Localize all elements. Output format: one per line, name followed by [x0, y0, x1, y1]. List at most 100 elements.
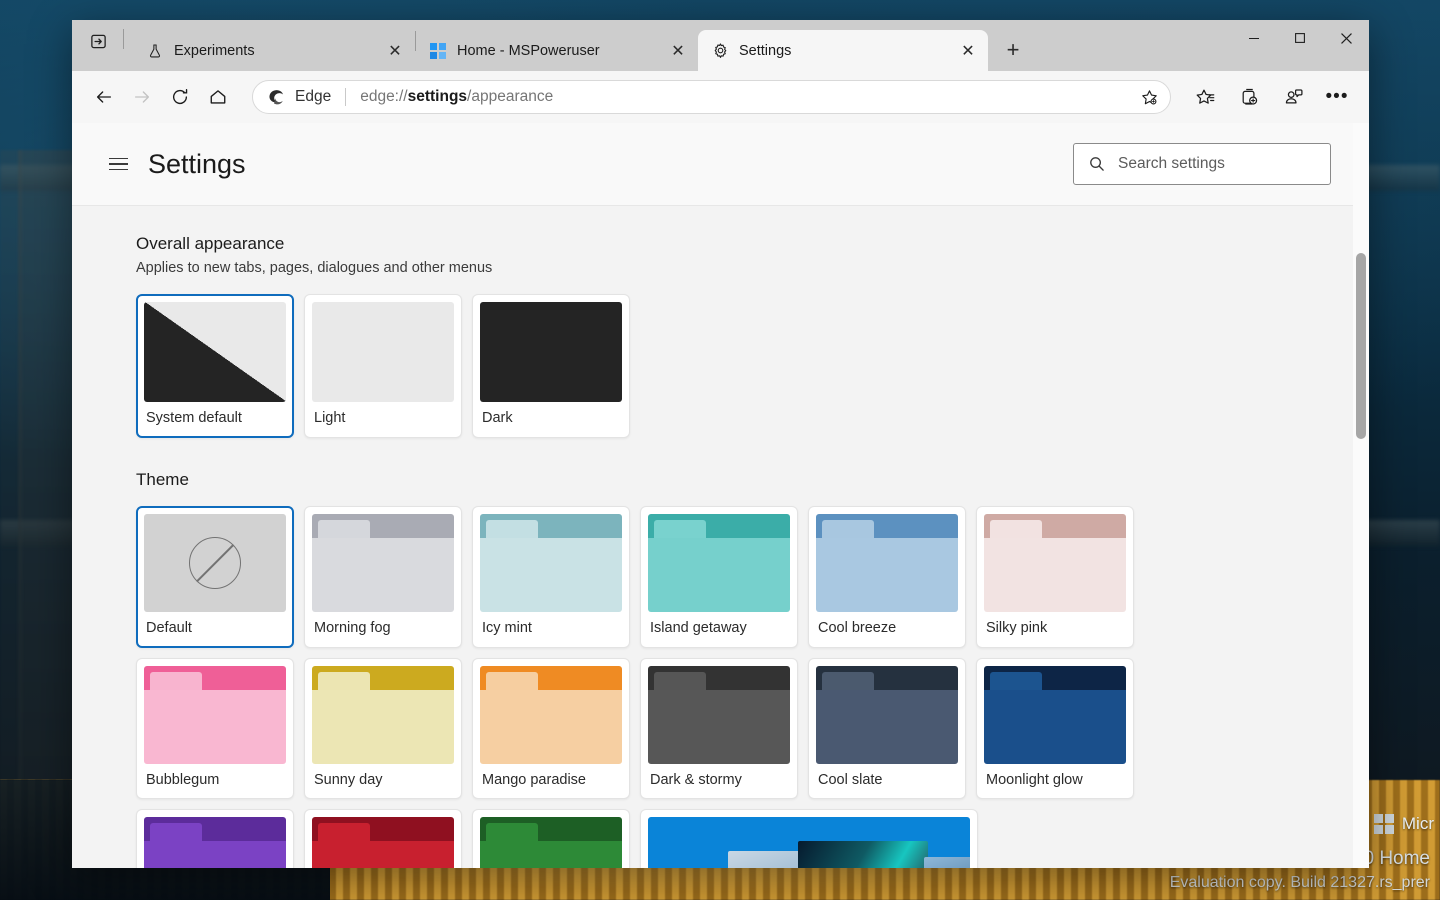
theme-option-cool-slate[interactable]: Cool slate — [808, 658, 966, 799]
settings-content-scroll: Overall appearance Applies to new tabs, … — [72, 206, 1369, 868]
overall-appearance-heading: Overall appearance — [136, 234, 285, 253]
address-bar-url: edge://settings/appearance — [360, 88, 1124, 106]
theme-option-dark-and-stormy[interactable]: Dark & stormy — [640, 658, 798, 799]
new-tab-button[interactable]: + — [996, 33, 1030, 67]
overall-appearance-options: System default Light Dark — [136, 294, 1369, 438]
tab-close-button[interactable]: ✕ — [383, 39, 407, 63]
settings-page-header: Settings Search settings — [72, 123, 1369, 206]
theme-thumbnail — [480, 666, 622, 764]
search-placeholder: Search settings — [1118, 155, 1225, 172]
more-options-icon[interactable]: ••• — [1319, 79, 1355, 115]
theme-option-label: Default — [146, 620, 192, 636]
tab-close-button[interactable]: ✕ — [956, 39, 980, 63]
theme-option-label: Icy mint — [482, 620, 532, 636]
theme-options-row-1: Default Morning fog Icy mint Island geta… — [136, 506, 1369, 648]
watermark-line-2: Evaluation copy. Build 21327.rs_prer — [1169, 874, 1430, 891]
appearance-option-label: Light — [314, 410, 346, 426]
overall-appearance-subheading: Applies to new tabs, pages, dialogues an… — [136, 260, 493, 276]
add-favorite-star-icon[interactable] — [1134, 82, 1164, 112]
tabs-container: Experiments ✕ Home - MSPoweruser ✕ Setti… — [133, 20, 1030, 71]
favorites-icon[interactable] — [1187, 79, 1223, 115]
theme-option-label: Sunny day — [314, 772, 383, 788]
close-button[interactable] — [1323, 20, 1369, 56]
refresh-icon[interactable] — [162, 79, 198, 115]
theme-option-bubblegum[interactable]: Bubblegum — [136, 658, 294, 799]
toolbar-right-actions: ••• — [1187, 79, 1355, 115]
hamburger-menu-icon[interactable] — [100, 146, 136, 182]
theme-option-label: Morning fog — [314, 620, 391, 636]
omnibox-divider — [345, 88, 347, 106]
theme-option-cool-breeze[interactable]: Cool breeze — [808, 506, 966, 648]
browser-tab-experiments[interactable]: Experiments ✕ — [133, 30, 415, 71]
theme-thumbnail — [312, 666, 454, 764]
tab-close-button[interactable]: ✕ — [666, 39, 690, 63]
theme-option-label: Moonlight glow — [986, 772, 1083, 788]
browser-tab-mspoweruser[interactable]: Home - MSPoweruser ✕ — [416, 30, 698, 71]
theme-option-label: Cool breeze — [818, 620, 897, 636]
browser-toolbar: Edge edge://settings/appearance ••• — [72, 71, 1369, 123]
minimize-button[interactable] — [1231, 20, 1277, 56]
appearance-option-system-default[interactable]: System default — [136, 294, 294, 438]
back-arrow-icon[interactable] — [86, 79, 122, 115]
scrollbar-thumb[interactable] — [1356, 253, 1366, 439]
theme-option-moonlight-glow[interactable]: Moonlight glow — [976, 658, 1134, 799]
theme-option-icy-mint[interactable]: Icy mint — [472, 506, 630, 648]
edge-brand-label: Edge — [295, 88, 332, 105]
theme-thumbnail — [480, 514, 622, 612]
theme-option-label: Cool slate — [818, 772, 883, 788]
theme-option-label: Island getaway — [650, 620, 747, 636]
appearance-option-label: Dark — [482, 410, 513, 426]
theme-option-partial-purple[interactable] — [136, 809, 294, 868]
tab-search-icon[interactable] — [82, 25, 114, 57]
theme-option-partial-wide-gallery[interactable] — [640, 809, 978, 868]
gear-icon — [711, 42, 729, 60]
appearance-thumbnail — [144, 302, 286, 402]
theme-thumbnail — [984, 514, 1126, 612]
theme-options-row-2: Bubblegum Sunny day Mango paradise Dark … — [136, 658, 1369, 799]
tab-title: Home - MSPoweruser — [457, 42, 600, 59]
search-settings-input[interactable]: Search settings — [1073, 143, 1331, 185]
theme-thumbnail — [816, 666, 958, 764]
tab-strip: Experiments ✕ Home - MSPoweruser ✕ Setti… — [72, 20, 1369, 71]
theme-thumbnail — [312, 817, 454, 868]
edge-browser-window: Experiments ✕ Home - MSPoweruser ✕ Setti… — [72, 20, 1369, 868]
theme-option-label: Mango paradise — [482, 772, 586, 788]
appearance-thumbnail — [480, 302, 622, 402]
maximize-button[interactable] — [1277, 20, 1323, 56]
theme-thumbnail — [144, 666, 286, 764]
tab-strip-divider — [123, 28, 124, 49]
edge-brand: Edge — [267, 88, 331, 107]
address-bar[interactable]: Edge edge://settings/appearance — [252, 80, 1171, 114]
search-icon — [1090, 157, 1104, 171]
theme-option-silky-pink[interactable]: Silky pink — [976, 506, 1134, 648]
url-prefix: edge:// — [360, 88, 408, 105]
theme-thumbnail — [816, 514, 958, 612]
browser-tab-settings[interactable]: Settings ✕ — [698, 30, 988, 71]
theme-option-label: Dark & stormy — [650, 772, 742, 788]
theme-option-island-getaway[interactable]: Island getaway — [640, 506, 798, 648]
page-title: Settings — [148, 148, 246, 179]
taskbar-label: Micr — [1401, 814, 1434, 833]
microsoft-icon — [429, 42, 447, 60]
theme-heading: Theme — [136, 470, 189, 489]
edge-logo-icon — [269, 89, 284, 104]
profile-icon[interactable] — [1275, 79, 1311, 115]
appearance-option-light[interactable]: Light — [304, 294, 462, 438]
home-icon[interactable] — [200, 79, 236, 115]
theme-thumbnail — [984, 666, 1126, 764]
theme-thumbnail — [648, 514, 790, 612]
theme-option-partial-green[interactable] — [472, 809, 630, 868]
theme-option-sunny-day[interactable]: Sunny day — [304, 658, 462, 799]
theme-option-default[interactable]: Default — [136, 506, 294, 648]
theme-option-morning-fog[interactable]: Morning fog — [304, 506, 462, 648]
tab-strip-left — [72, 20, 133, 71]
no-theme-icon — [189, 537, 241, 589]
theme-option-mango-paradise[interactable]: Mango paradise — [472, 658, 630, 799]
vertical-scrollbar[interactable] — [1353, 123, 1369, 868]
appearance-option-dark[interactable]: Dark — [472, 294, 630, 438]
theme-option-partial-red[interactable] — [304, 809, 462, 868]
appearance-thumbnail — [312, 302, 454, 402]
theme-thumbnail — [648, 666, 790, 764]
url-host: settings — [407, 88, 468, 105]
collections-icon[interactable] — [1231, 79, 1267, 115]
